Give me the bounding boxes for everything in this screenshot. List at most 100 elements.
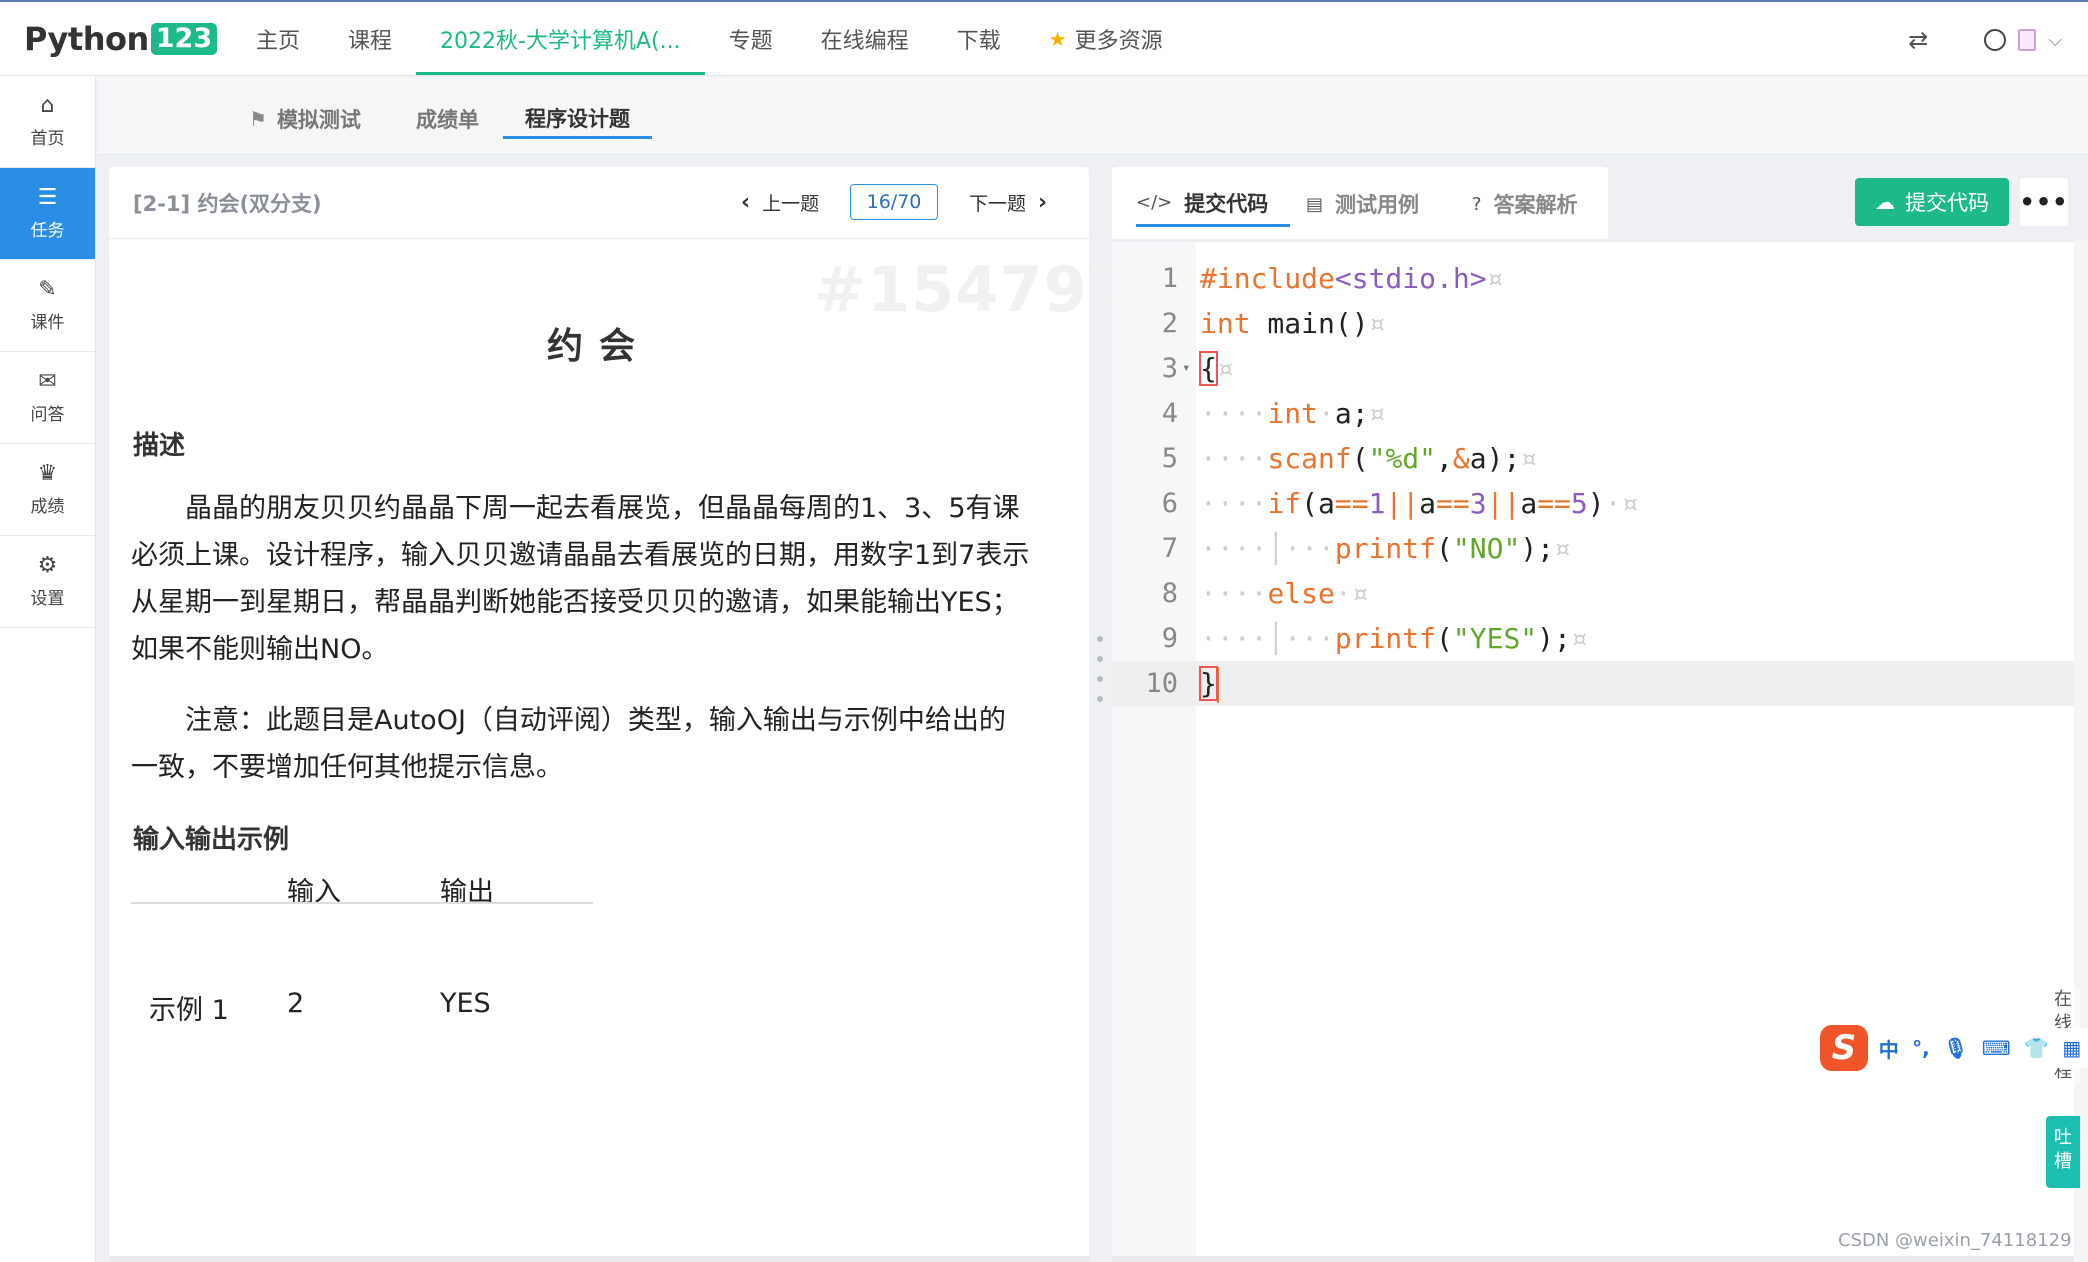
tab-label: 答案解析 (1493, 193, 1578, 217)
example-row-output: YES (440, 988, 491, 1019)
tab-answer-analysis[interactable]: ? 答案解析 (1472, 181, 1578, 227)
code-editor[interactable]: 1 #include<stdio.h>¤ 2 int main()¤ 3 ▾ {… (1112, 240, 2074, 1262)
line-number: 8 (1161, 578, 1178, 609)
split-resize-handle[interactable] (1095, 636, 1105, 702)
sidebar-item-label: 课件 (30, 313, 65, 333)
nav-right: ⇄ ⌵ (1908, 2, 2062, 78)
ime-toolbar[interactable]: S 中 °, 🎙 ⌨ 👕 ▦ (1820, 1020, 2088, 1076)
prev-problem-button[interactable]: ‹ 上一题 (741, 189, 819, 216)
nav-label: 下载 (956, 28, 1001, 54)
line-number: 6 (1161, 488, 1178, 519)
feedback-float-button[interactable]: 吐槽 (2046, 1116, 2080, 1188)
sidebar-item-label: 成绩 (30, 497, 65, 517)
sidebar-item-qa[interactable]: ✉ 问答 (0, 352, 95, 444)
tab-label: 程序设计题 (525, 106, 630, 131)
sidebar-item-tasks[interactable]: ☰ 任务 (0, 168, 95, 260)
sidebar-item-home[interactable]: ⌂ 首页 (0, 76, 95, 168)
line-number: 7 (1161, 533, 1178, 564)
problem-header: [2-1] 约会(双分支) ‹ 上一题 16/70 下一题 › (109, 167, 1089, 239)
ime-bar: 中 °, 🎙 ⌨ 👕 ▦ (1872, 1028, 2088, 1068)
next-label: 下一题 (969, 193, 1027, 215)
list-icon: ▤ (1306, 193, 1324, 215)
star-icon: ★ (1048, 26, 1067, 51)
translate-icon[interactable]: ⇄ (1908, 26, 1928, 54)
nav-item-online-coding[interactable]: 在线编程 (797, 2, 933, 75)
code-line-current[interactable]: 10 } (1112, 661, 2074, 706)
keyboard-icon[interactable]: ⌨ (1982, 1036, 2011, 1060)
home-icon: ⌂ (40, 93, 55, 118)
ime-punctuation[interactable]: °, (1912, 1036, 1930, 1060)
code-line[interactable]: 5 ····scanf("%d",&a);¤ (1112, 436, 2074, 481)
shirt-icon[interactable]: 👕 (2024, 1036, 2049, 1060)
problem-pager[interactable]: 16/70 (850, 184, 938, 220)
tab-submit-code[interactable]: </> 提交代码 (1136, 181, 1291, 227)
ime-mode-chinese[interactable]: 中 (1879, 1034, 1899, 1063)
nav-item-current-course[interactable]: 2022秋-大学计算机A(... (416, 2, 705, 75)
document-icon (2018, 29, 2037, 51)
brand-logo[interactable]: Python 123 (24, 20, 224, 58)
nav-item-courses[interactable]: 课程 (324, 2, 416, 75)
tab-label: 测试用例 (1335, 193, 1420, 217)
tab-mock-test[interactable]: ⚑ 模拟测试 (249, 99, 361, 139)
user-avatar-icon (1984, 29, 2007, 51)
tab-test-cases[interactable]: ▤ 测试用例 (1306, 181, 1419, 227)
text-line: 如果不能则输出NO。 (131, 634, 389, 665)
tab-transcript[interactable]: 成绩单 (416, 99, 479, 139)
sidebar-item-grades[interactable]: ♛ 成绩 (0, 444, 95, 536)
user-menu[interactable]: ⌵ (1984, 29, 2062, 51)
text-line: 从星期一到星期日，帮晶晶判断她能否接受贝贝的邀请，如果能输出YES； (131, 587, 1019, 618)
apps-icon[interactable]: ▦ (2062, 1036, 2081, 1060)
line-number: 9 (1161, 623, 1178, 654)
next-problem-button[interactable]: 下一题 › (969, 189, 1047, 216)
mic-icon[interactable]: 🎙 (1943, 1036, 1968, 1060)
sogou-logo[interactable]: S (1820, 1025, 1868, 1071)
code-text: ····│···printf("NO");¤ (1200, 532, 1571, 565)
trophy-icon: ♛ (37, 461, 58, 486)
code-text: ····│···printf("YES");¤ (1200, 622, 1588, 655)
code-line[interactable]: 2 int main()¤ (1112, 301, 2074, 346)
nav-item-topics[interactable]: 专题 (705, 2, 797, 75)
code-line[interactable]: 4 ····int·a;¤ (1112, 391, 2074, 436)
page-vertical-scrollbar[interactable] (2074, 240, 2088, 1262)
fold-arrow-icon[interactable]: ▾ (1182, 346, 1190, 391)
nav-label: 更多资源 (1074, 28, 1163, 54)
code-line[interactable]: 7 ····│···printf("NO");¤ (1112, 526, 2074, 571)
line-number: 1 (1161, 263, 1178, 294)
cloud-upload-icon: ☁ (1875, 190, 1895, 214)
sidebar-item-label: 首页 (30, 129, 65, 149)
code-icon: </> (1136, 192, 1173, 213)
chevron-left-icon: ‹ (741, 190, 751, 215)
code-text: ····if(a==1||a==3||a==5)·¤ (1200, 487, 1639, 520)
watermark-text: CSDN @weixin_74118129 (1838, 1230, 2072, 1251)
top-navbar: Python 123 主页 课程 2022秋-大学计算机A(... 专题 在线编… (0, 0, 2088, 76)
text-line: 一致，不要增加任何其他提示信息。 (131, 752, 563, 783)
nav-item-download[interactable]: 下载 (933, 2, 1025, 75)
code-text: ····else·¤ (1200, 577, 1369, 610)
editor-horizontal-scrollbar[interactable] (1112, 1256, 2074, 1262)
text-line: 注意：此题目是AutoOJ（自动评阅）类型，输入输出与示例中给出的 (131, 705, 1006, 736)
code-text: int main()¤ (1200, 307, 1386, 340)
sidebar-item-settings[interactable]: ⚙ 设置 (0, 536, 95, 628)
tab-label: 提交代码 (1184, 191, 1269, 216)
submit-code-button[interactable]: ☁ 提交代码 (1855, 178, 2009, 226)
main-nav: 主页 课程 2022秋-大学计算机A(... 专题 在线编程 下载 ★ 更多资源 (232, 2, 1187, 75)
code-line[interactable]: 3 ▾ {¤ (1112, 346, 2074, 391)
code-line[interactable]: 6 ····if(a==1||a==3||a==5)·¤ (1112, 481, 2074, 526)
code-line[interactable]: 9 ····│···printf("YES");¤ (1112, 616, 2074, 661)
code-line[interactable]: 1 #include<stdio.h>¤ (1112, 256, 2074, 301)
sub-tabs: ⚑ 模拟测试 成绩单 程序设计题 (97, 77, 2088, 155)
tab-label: 成绩单 (416, 108, 479, 132)
nav-item-more-resources[interactable]: ★ 更多资源 (1025, 2, 1187, 75)
more-options-button[interactable]: ••• (2019, 178, 2068, 226)
line-number: 3 (1161, 353, 1178, 384)
horizontal-scrollbar[interactable] (109, 1256, 1089, 1262)
nav-label: 专题 (728, 28, 773, 54)
text-line: 晶晶的朋友贝贝约晶晶下周一起去看展览，但晶晶每周的1、3、5有课 (131, 493, 1020, 524)
code-line[interactable]: 8 ····else·¤ (1112, 571, 2074, 616)
tab-programming-problems[interactable]: 程序设计题 (503, 99, 652, 139)
sidebar-item-courseware[interactable]: ✎ 课件 (0, 260, 95, 352)
problem-header-title: [2-1] 约会(双分支) (133, 191, 322, 216)
problem-id-watermark: #154797 (814, 253, 1132, 326)
nav-item-home[interactable]: 主页 (232, 2, 324, 75)
brand-name: Python (24, 19, 149, 58)
